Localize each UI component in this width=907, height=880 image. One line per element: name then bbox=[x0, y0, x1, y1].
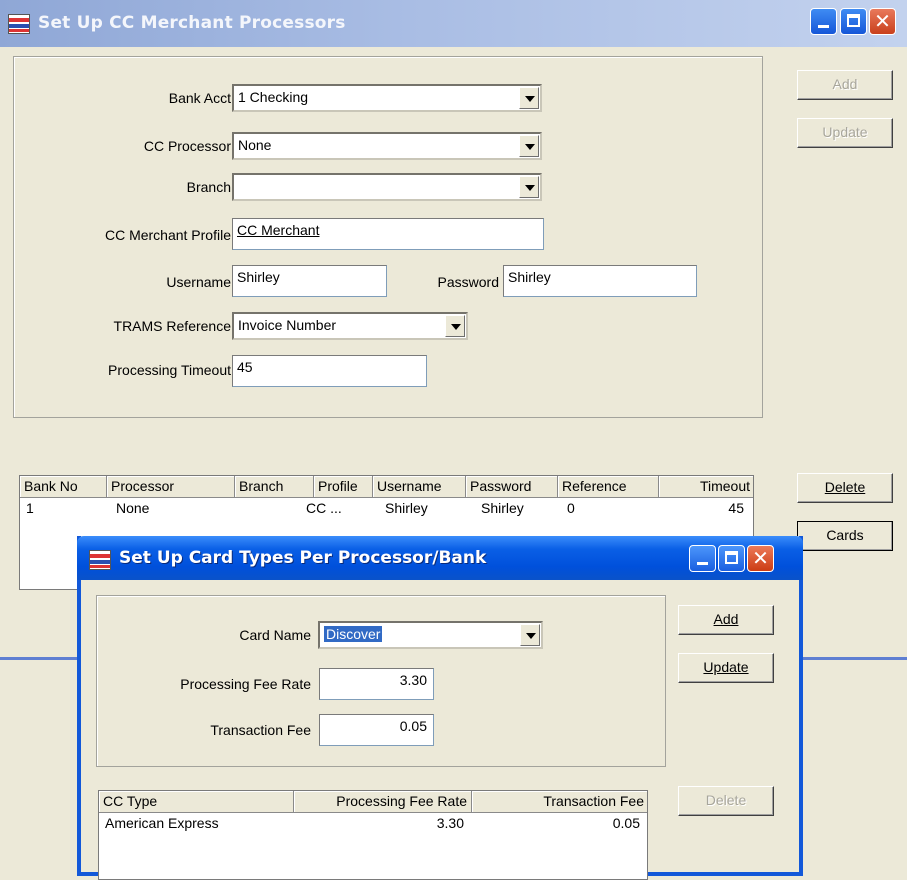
username-field[interactable]: Shirley bbox=[232, 265, 387, 297]
col-header-processing-fee-rate[interactable]: Processing Fee Rate bbox=[294, 791, 472, 813]
cell-processor: None bbox=[116, 500, 150, 516]
cell-password: Shirley bbox=[481, 500, 524, 516]
processing-timeout-label: Processing Timeout bbox=[108, 362, 231, 378]
branch-select[interactable] bbox=[232, 173, 542, 201]
password-field[interactable]: Shirley bbox=[503, 265, 697, 297]
add-button[interactable]: Add bbox=[797, 70, 893, 100]
card-add-button[interactable]: Add bbox=[678, 605, 774, 635]
bank-acct-label: Bank Acct bbox=[168, 90, 231, 106]
card-name-value: Discover bbox=[324, 626, 383, 642]
merchant-profile-value: CC Merchant bbox=[237, 222, 320, 238]
close-icon[interactable]: ✕ bbox=[747, 545, 774, 572]
processing-fee-rate-label: Processing Fee Rate bbox=[180, 676, 311, 692]
col-header-bank-no[interactable]: Bank No bbox=[20, 476, 107, 498]
cell-processing-fee-rate: 3.30 bbox=[436, 815, 464, 831]
col-header-processor[interactable]: Processor bbox=[107, 476, 235, 498]
card-types-table[interactable]: CC Type Processing Fee Rate Transaction … bbox=[98, 790, 648, 880]
app-icon bbox=[89, 550, 111, 570]
chevron-down-icon[interactable] bbox=[520, 624, 540, 646]
bank-acct-value: 1 Checking bbox=[238, 89, 309, 105]
chevron-down-icon[interactable] bbox=[445, 315, 465, 337]
bank-acct-select[interactable]: 1 Checking bbox=[232, 84, 542, 112]
card-delete-button[interactable]: Delete bbox=[678, 786, 774, 816]
divider-right bbox=[803, 657, 907, 660]
merchant-profile-field[interactable]: CC Merchant bbox=[232, 218, 544, 250]
cell-transaction-fee: 0.05 bbox=[612, 815, 640, 831]
processing-fee-rate-value: 3.30 bbox=[399, 672, 427, 688]
cell-reference: 0 bbox=[567, 500, 575, 516]
update-button[interactable]: Update bbox=[797, 118, 893, 148]
divider-left bbox=[0, 657, 80, 660]
cell-timeout: 45 bbox=[728, 500, 744, 516]
processing-timeout-value: 45 bbox=[237, 359, 253, 375]
password-label: Password bbox=[437, 274, 499, 290]
child-window-title: Set Up Card Types Per Processor/Bank bbox=[119, 548, 487, 568]
trams-reference-value: Invoice Number bbox=[238, 317, 337, 333]
child-title-bar[interactable]: Set Up Card Types Per Processor/Bank ✕ bbox=[77, 536, 803, 580]
col-header-reference[interactable]: Reference bbox=[558, 476, 659, 498]
app-icon bbox=[8, 14, 30, 34]
branch-label: Branch bbox=[186, 179, 231, 195]
username-label: Username bbox=[166, 274, 231, 290]
transaction-fee-value: 0.05 bbox=[399, 718, 427, 734]
card-update-button[interactable]: Update bbox=[678, 653, 774, 683]
password-value: Shirley bbox=[508, 269, 551, 285]
chevron-down-icon[interactable] bbox=[519, 135, 539, 157]
chevron-down-icon[interactable] bbox=[519, 87, 539, 109]
col-header-cc-type[interactable]: CC Type bbox=[99, 791, 294, 813]
trams-reference-select[interactable]: Invoice Number bbox=[232, 312, 468, 340]
main-window-title: Set Up CC Merchant Processors bbox=[38, 13, 346, 33]
processing-timeout-field[interactable]: 45 bbox=[232, 355, 427, 387]
col-header-password[interactable]: Password bbox=[466, 476, 558, 498]
cc-processor-value: None bbox=[238, 137, 272, 153]
cc-processor-select[interactable]: None bbox=[232, 132, 542, 160]
trams-reference-label: TRAMS Reference bbox=[113, 318, 231, 334]
cell-cc-type: American Express bbox=[105, 815, 219, 831]
card-name-select[interactable]: Discover bbox=[318, 621, 543, 649]
merchant-profile-label: CC Merchant Profile bbox=[104, 227, 231, 243]
cell-bank-no: 1 bbox=[26, 500, 34, 516]
chevron-down-icon[interactable] bbox=[519, 176, 539, 198]
close-icon[interactable]: ✕ bbox=[869, 8, 896, 35]
minimize-icon[interactable] bbox=[689, 545, 716, 572]
processing-fee-rate-field[interactable]: 3.30 bbox=[319, 668, 434, 700]
username-value: Shirley bbox=[237, 269, 280, 285]
minimize-icon[interactable] bbox=[810, 8, 837, 35]
maximize-icon[interactable] bbox=[718, 545, 745, 572]
cell-profile: CC ... bbox=[306, 500, 342, 516]
col-header-timeout[interactable]: Timeout bbox=[659, 476, 753, 498]
col-header-username[interactable]: Username bbox=[373, 476, 466, 498]
cell-username: Shirley bbox=[385, 500, 428, 516]
maximize-icon[interactable] bbox=[840, 8, 867, 35]
transaction-fee-field[interactable]: 0.05 bbox=[319, 714, 434, 746]
cc-processor-label: CC Processor bbox=[143, 138, 231, 154]
delete-button[interactable]: Delete bbox=[797, 473, 893, 503]
card-name-label: Card Name bbox=[239, 627, 311, 643]
transaction-fee-label: Transaction Fee bbox=[210, 722, 311, 738]
col-header-profile[interactable]: Profile bbox=[314, 476, 373, 498]
cards-button[interactable]: Cards bbox=[797, 521, 893, 551]
col-header-transaction-fee[interactable]: Transaction Fee bbox=[472, 791, 647, 813]
main-title-bar[interactable]: Set Up CC Merchant Processors ✕ bbox=[0, 0, 907, 47]
col-header-branch[interactable]: Branch bbox=[235, 476, 314, 498]
card-types-window[interactable]: Set Up Card Types Per Processor/Bank ✕ C… bbox=[77, 536, 803, 880]
